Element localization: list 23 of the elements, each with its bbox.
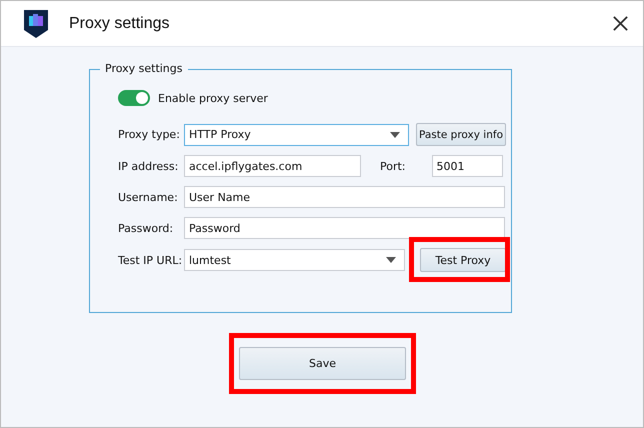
paste-proxy-button[interactable]: Paste proxy info [416,123,506,146]
test-url-dropdown[interactable]: lumtest [184,249,405,271]
field-label: Port: [380,160,406,172]
toggle-switch[interactable] [118,90,150,106]
field-label: IP address: [118,160,180,172]
window-title: Proxy settings [69,14,170,32]
caret-icon [390,132,400,138]
proxy-type-dropdown[interactable]: HTTP Proxy [184,124,409,146]
password-field[interactable]: Password [184,217,505,239]
save-button[interactable]: Save [239,347,406,380]
field-label: Proxy type: [118,128,181,141]
caret-icon [386,257,396,263]
app-logo-icon [22,8,50,40]
field-label: Password: [118,222,174,234]
username-field[interactable]: User Name [184,186,505,208]
ip-address-field[interactable]: accel.ipflygates.com [184,155,361,177]
field-label: Username: [118,190,179,204]
toggle-label: Enable proxy server [158,92,268,104]
field-label: Test IP URL: [118,254,184,266]
group-title: Proxy settings [100,62,188,75]
close-icon[interactable] [612,15,629,32]
test-proxy-button[interactable]: Test Proxy [420,248,506,272]
port-field[interactable]: 5001 [432,155,503,177]
